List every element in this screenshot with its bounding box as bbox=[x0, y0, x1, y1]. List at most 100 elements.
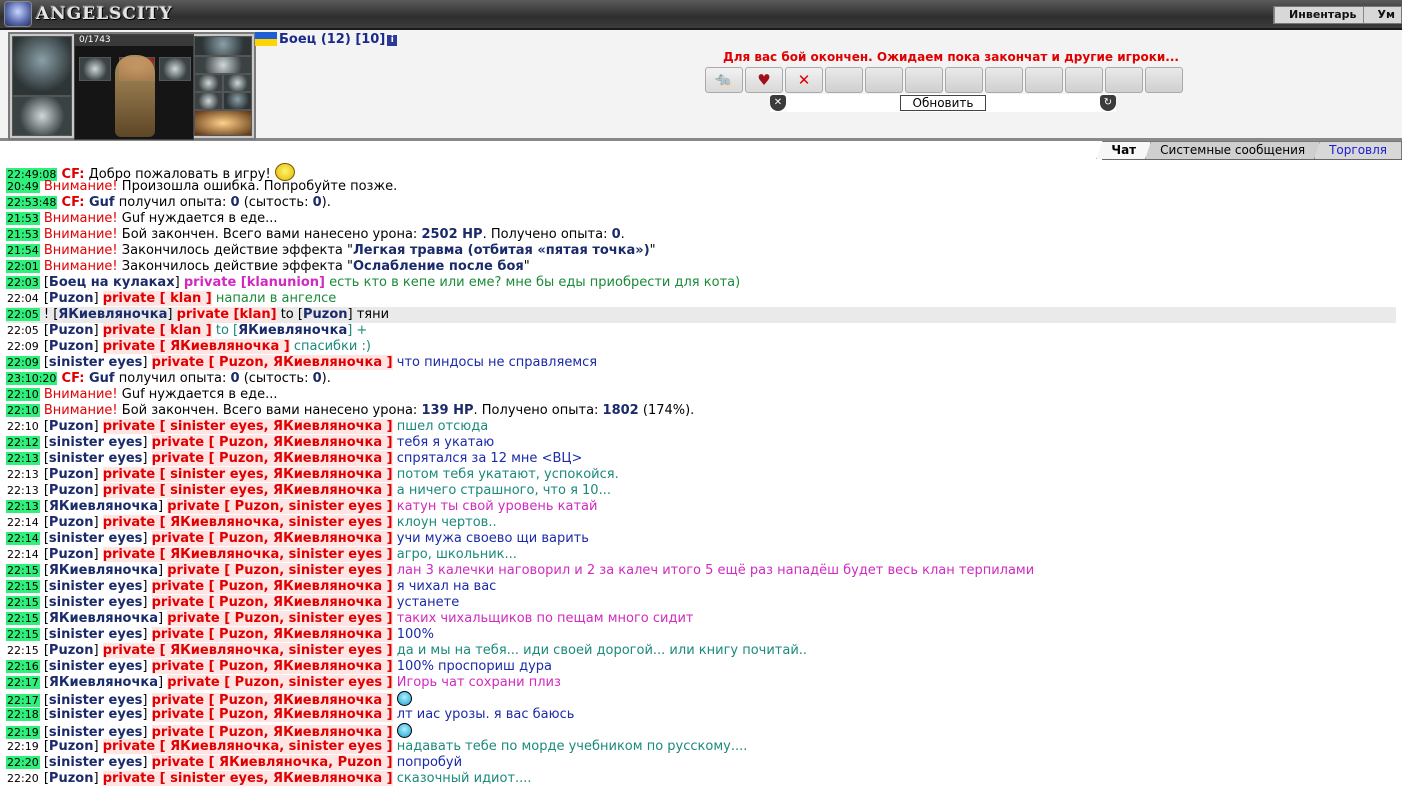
avatar[interactable]: 0/1743 bbox=[74, 34, 194, 140]
chat-nick[interactable]: sinister eyes bbox=[49, 435, 142, 450]
chat-timestamp[interactable]: 22:15 bbox=[6, 596, 40, 609]
nav-inventory[interactable]: Инвентарь bbox=[1274, 7, 1362, 23]
heart-icon[interactable]: ♥ bbox=[745, 67, 783, 93]
boots-slot-icon[interactable] bbox=[12, 96, 72, 136]
amulet-slot-icon[interactable] bbox=[79, 57, 111, 81]
chat-nick[interactable]: ЯКиевляночка bbox=[49, 563, 158, 578]
chat-timestamp[interactable]: 22:04 bbox=[6, 292, 40, 305]
chat-nick[interactable]: Puzon bbox=[49, 483, 94, 498]
chat-timestamp[interactable]: 22:13 bbox=[6, 500, 40, 513]
chat-timestamp[interactable]: 22:09 bbox=[6, 356, 40, 369]
chat-nick[interactable]: Puzon bbox=[49, 739, 94, 754]
private-tag[interactable]: private [ sinister eyes, ЯКиевляночка ] bbox=[102, 771, 393, 786]
chat-timestamp[interactable]: 22:17 bbox=[6, 676, 40, 689]
info-icon[interactable]: i bbox=[387, 35, 398, 46]
chat-nick[interactable]: Puzon bbox=[49, 339, 94, 354]
private-tag[interactable]: private [ ЯКиевляночка, sinister eyes ] bbox=[102, 643, 393, 658]
chat-timestamp[interactable]: 22:20 bbox=[6, 756, 40, 769]
chat-timestamp[interactable]: 22:15 bbox=[6, 628, 40, 641]
chat-nick[interactable]: sinister eyes bbox=[49, 355, 142, 370]
chat-nick[interactable]: Боец на кулаках bbox=[49, 275, 175, 290]
shield-right-icon[interactable]: ↻ bbox=[1100, 95, 1116, 111]
chat-nick[interactable]: sinister eyes bbox=[49, 659, 142, 674]
private-tag[interactable]: private [ Puzon, ЯКиевляночка ] bbox=[151, 659, 393, 674]
private-tag[interactable]: private [ sinister eyes, ЯКиевляночка ] bbox=[102, 467, 393, 482]
chat-timestamp[interactable]: 22:15 bbox=[6, 644, 40, 657]
private-tag[interactable]: private [ Puzon, sinister eyes ] bbox=[167, 499, 393, 514]
chat-timestamp[interactable]: 22:09 bbox=[6, 340, 40, 353]
private-tag[interactable]: private [ Puzon, ЯКиевляночка ] bbox=[151, 707, 393, 722]
chat-timestamp[interactable]: 22:15 bbox=[6, 612, 40, 625]
chat-timestamp[interactable]: 22:05 bbox=[6, 324, 40, 337]
chat-nick[interactable]: sinister eyes bbox=[49, 755, 142, 770]
chat-nick[interactable]: ЯКиевляночка bbox=[58, 307, 167, 322]
private-tag[interactable]: private [ Puzon, ЯКиевляночка ] bbox=[151, 627, 393, 642]
offhand-slot-icon[interactable] bbox=[194, 110, 252, 136]
chat-timestamp[interactable]: 22:12 bbox=[6, 436, 40, 449]
chat-timestamp[interactable]: 22:10 bbox=[6, 404, 40, 417]
rat-cross-icon[interactable]: ✕ bbox=[785, 67, 823, 93]
chat-timestamp[interactable]: 22:14 bbox=[6, 532, 40, 545]
chat-nick[interactable]: Puzon bbox=[49, 515, 94, 530]
private-tag[interactable]: private [ ЯКиевляночка, sinister eyes ] bbox=[102, 547, 393, 562]
bracers-slot-icon[interactable] bbox=[194, 36, 252, 56]
chat-timestamp[interactable]: 22:18 bbox=[6, 708, 40, 721]
chat-nick[interactable]: Puzon bbox=[49, 323, 94, 338]
private-tag[interactable]: private [ ЯКиевляночка, sinister eyes ] bbox=[102, 739, 393, 754]
chat-nick[interactable]: ЯКиевляночка bbox=[238, 323, 347, 338]
chat-timestamp[interactable]: 22:14 bbox=[6, 548, 40, 561]
nav-more[interactable]: Ум bbox=[1362, 7, 1401, 23]
chat-nick[interactable]: Puzon bbox=[49, 419, 94, 434]
private-tag[interactable]: private [ Puzon, ЯКиевляночка ] bbox=[151, 435, 393, 450]
ring-left-slot-icon[interactable] bbox=[194, 74, 223, 92]
chat-timestamp[interactable]: 22:05 bbox=[6, 308, 40, 321]
logo[interactable]: ANGELSCITY bbox=[4, 1, 204, 27]
chat-nick[interactable]: Puzon bbox=[303, 307, 348, 322]
chat-nick[interactable]: ЯКиевляночка bbox=[49, 611, 158, 626]
chat-timestamp[interactable]: 22:14 bbox=[6, 516, 40, 529]
chat-nick[interactable]: sinister eyes bbox=[49, 531, 142, 546]
chat-nick[interactable]: Guf bbox=[84, 371, 115, 386]
chat-timestamp[interactable]: 21:53 bbox=[6, 212, 40, 225]
private-tag[interactable]: private [klanunion] bbox=[184, 275, 325, 290]
chat-nick[interactable]: sinister eyes bbox=[49, 627, 142, 642]
chat-timestamp[interactable]: 22:13 bbox=[6, 484, 40, 497]
chat-nick[interactable]: sinister eyes bbox=[49, 451, 142, 466]
chat-nick[interactable]: Puzon bbox=[49, 643, 94, 658]
private-tag[interactable]: private [ Puzon, sinister eyes ] bbox=[167, 675, 393, 690]
chat-nick[interactable]: ЯКиевляночка bbox=[49, 499, 158, 514]
chat-timestamp[interactable]: 20:49 bbox=[6, 180, 40, 193]
chat-timestamp[interactable]: 22:16 bbox=[6, 660, 40, 673]
chat-nick[interactable]: sinister eyes bbox=[49, 725, 142, 740]
chat-timestamp[interactable]: 22:10 bbox=[6, 388, 40, 401]
chat-timestamp[interactable]: 21:54 bbox=[6, 244, 40, 257]
private-tag[interactable]: private [ klan ] bbox=[102, 323, 212, 338]
belt-slot-icon[interactable] bbox=[194, 56, 252, 74]
private-tag[interactable]: private [ Puzon, ЯКиевляночка ] bbox=[151, 355, 393, 370]
chat-timestamp[interactable]: 23:10:20 bbox=[6, 372, 58, 385]
tab-system-messages[interactable]: Системные сообщения bbox=[1145, 141, 1321, 159]
chat-timestamp[interactable]: 22:53:48 bbox=[6, 196, 58, 209]
private-tag[interactable]: private [ Puzon, ЯКиевляночка ] bbox=[151, 579, 393, 594]
private-tag[interactable]: private [ sinister eyes, ЯКиевляночка ] bbox=[102, 419, 393, 434]
chat-timestamp[interactable]: 22:20 bbox=[6, 772, 40, 785]
private-tag[interactable]: private [ ЯКиевляночка, sinister eyes ] bbox=[102, 515, 393, 530]
player-name[interactable]: Боец (12) [10] i bbox=[279, 32, 398, 47]
ring-slot-icon[interactable] bbox=[159, 57, 191, 81]
private-tag[interactable]: private [klan] bbox=[176, 307, 277, 322]
refresh-button[interactable]: Обновить bbox=[899, 95, 987, 111]
private-tag[interactable]: private [ Puzon, sinister eyes ] bbox=[167, 611, 393, 626]
chat-timestamp[interactable]: 22:13 bbox=[6, 468, 40, 481]
chat-nick[interactable]: sinister eyes bbox=[49, 595, 142, 610]
private-tag[interactable]: private [ Puzon, ЯКиевляночка ] bbox=[151, 693, 393, 708]
chat-timestamp[interactable]: 22:15 bbox=[6, 564, 40, 577]
private-tag[interactable]: private [ Puzon, ЯКиевляночка ] bbox=[151, 595, 393, 610]
chat-log[interactable]: 22:49:08 CF: Добро пожаловать в игру! 20… bbox=[6, 163, 1396, 803]
private-tag[interactable]: private [ sinister eyes, ЯКиевляночка ] bbox=[102, 483, 393, 498]
tab-trade[interactable]: Торговля bbox=[1314, 141, 1402, 159]
chat-nick[interactable]: Guf bbox=[84, 195, 115, 210]
private-tag[interactable]: private [ Puzon, ЯКиевляночка ] bbox=[151, 531, 393, 546]
chat-timestamp[interactable]: 22:03 bbox=[6, 276, 40, 289]
private-tag[interactable]: private [ Puzon, sinister eyes ] bbox=[167, 563, 393, 578]
shield-left-icon[interactable]: ✕ bbox=[770, 95, 786, 111]
